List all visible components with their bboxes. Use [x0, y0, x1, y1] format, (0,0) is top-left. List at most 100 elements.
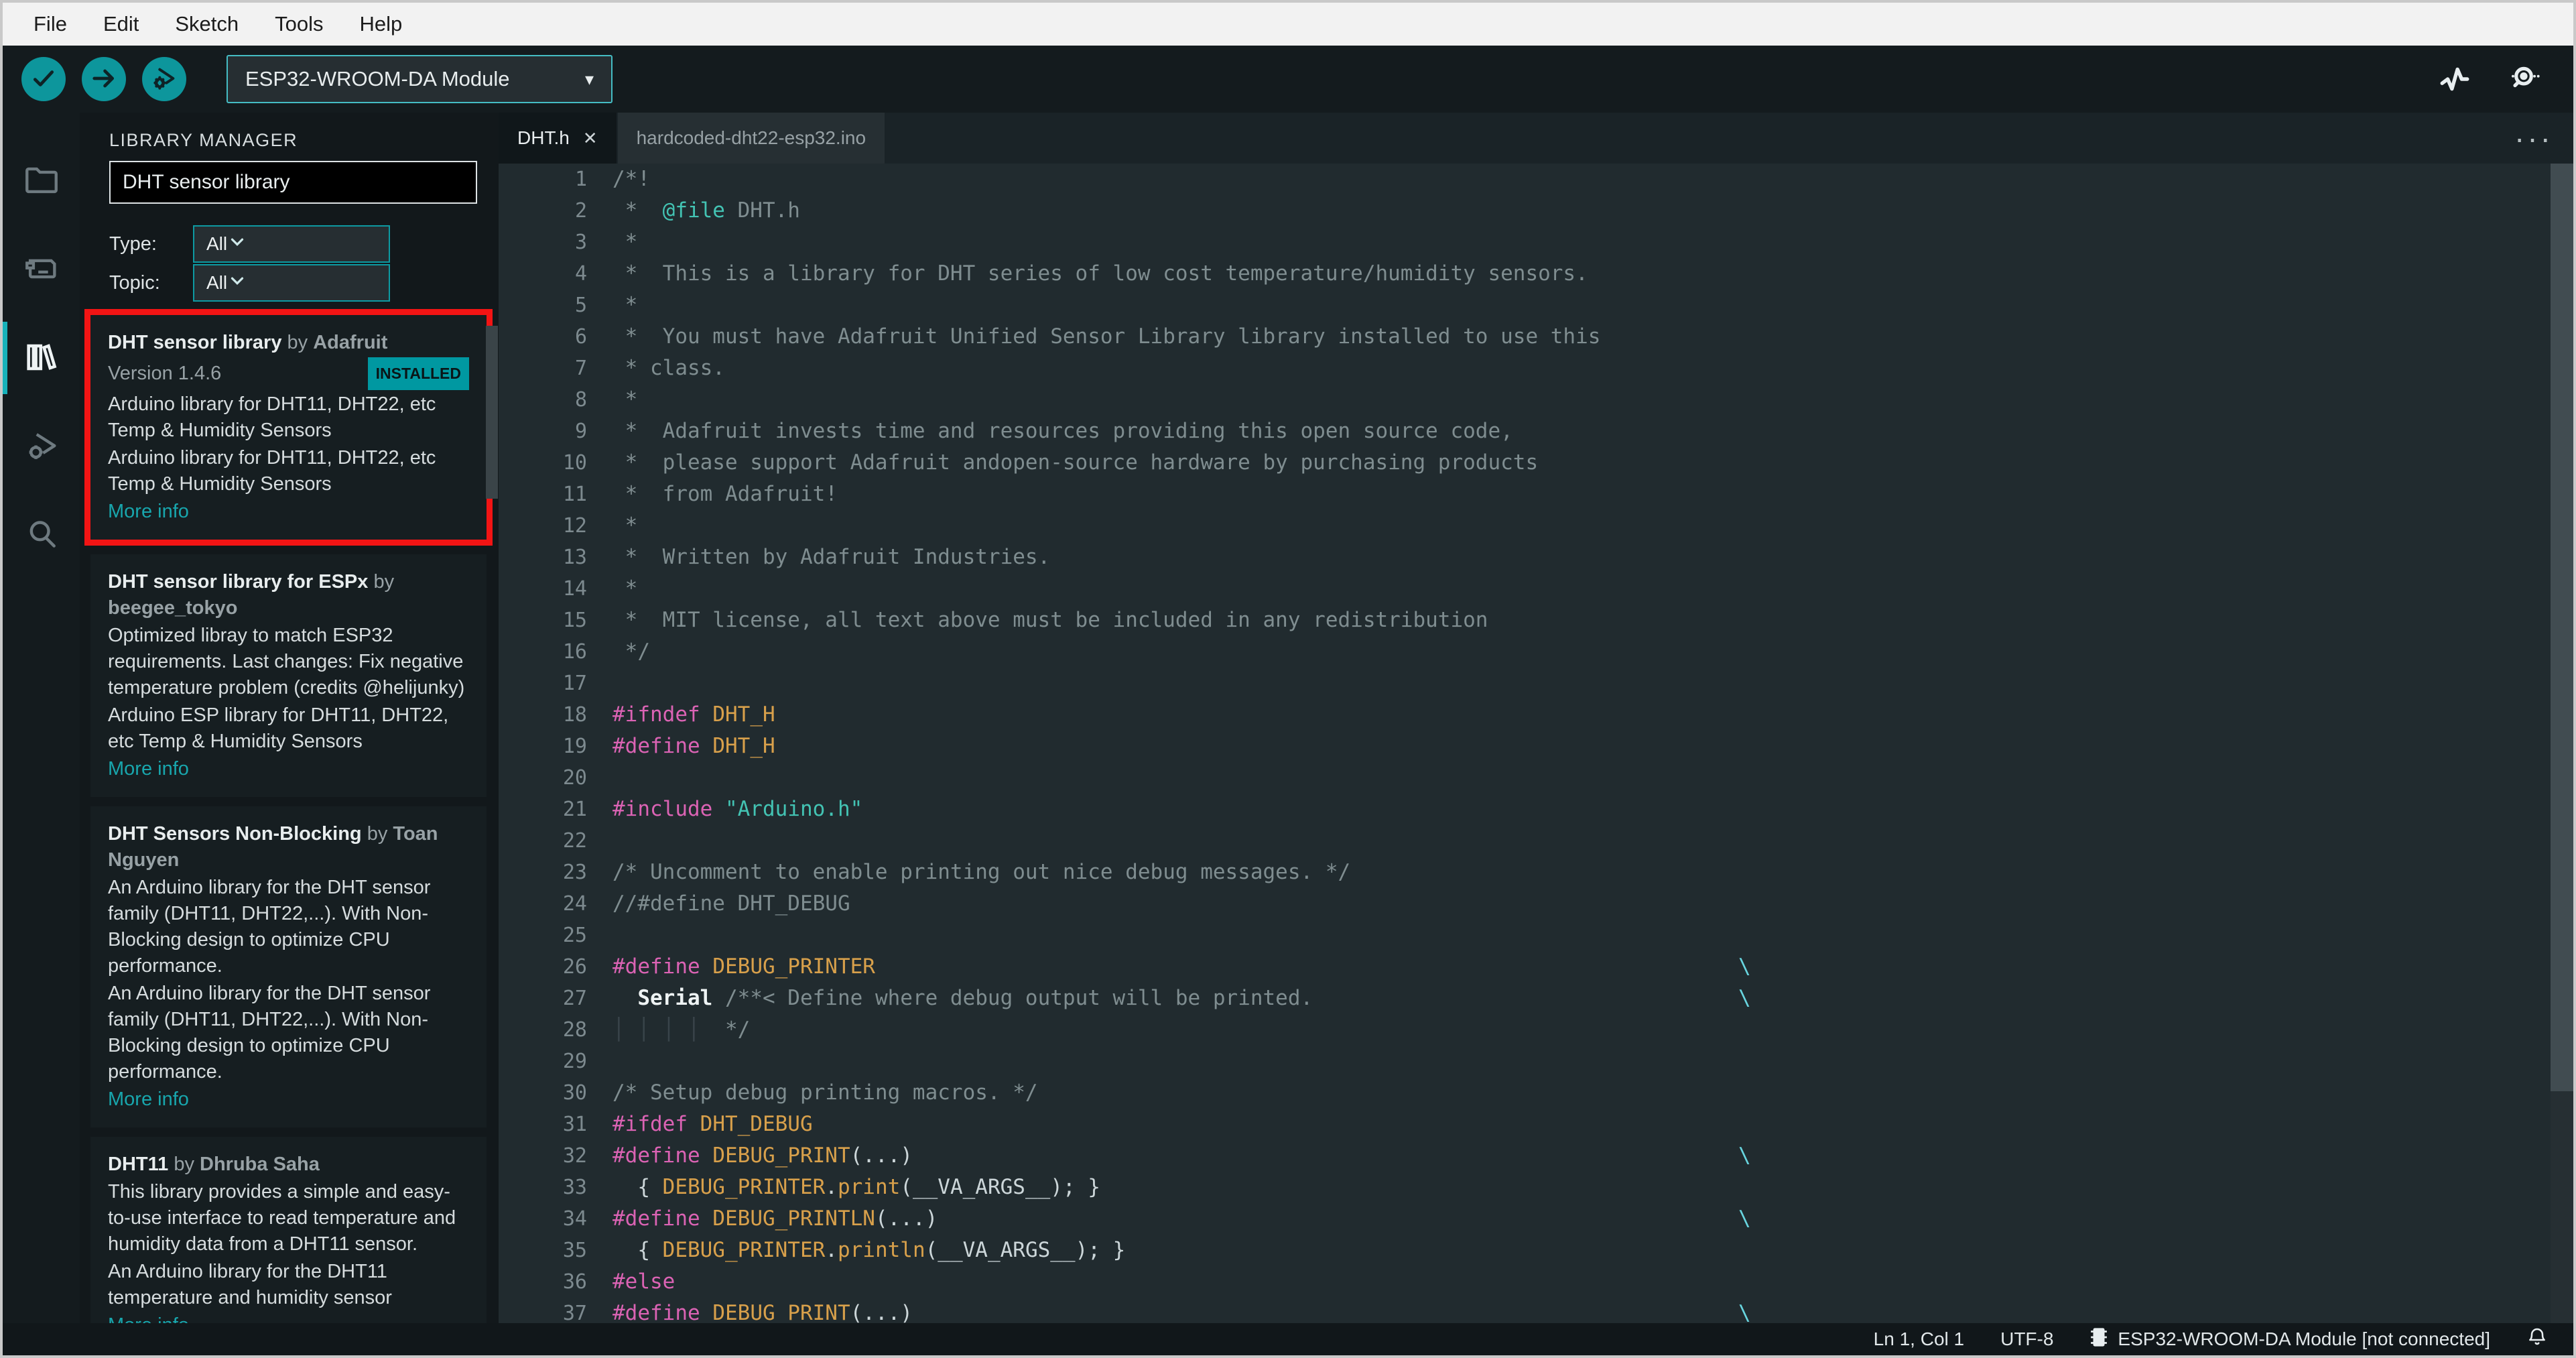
code-line[interactable]: 22 [499, 825, 2573, 857]
code-line[interactable]: 10 * please support Adafruit andopen-sou… [499, 447, 2573, 479]
close-icon[interactable]: ✕ [583, 128, 598, 149]
type-select[interactable]: All [193, 225, 390, 263]
code-token: * [613, 230, 638, 254]
menu-sketch[interactable]: Sketch [162, 8, 252, 40]
menu-tools[interactable]: Tools [261, 8, 336, 40]
code-line[interactable]: 4 * This is a library for DHT series of … [499, 258, 2573, 290]
library-entry[interactable]: DHT sensor library by Adafruit Version 1.… [90, 315, 487, 540]
cursor-position[interactable]: Ln 1, Col 1 [1874, 1329, 1964, 1350]
line-number: 1 [574, 168, 587, 191]
line-number: 32 [562, 1144, 587, 1168]
code-line[interactable]: 26 #define DEBUG_PRINTER \ [499, 951, 2573, 983]
sidebar-item-library-manager[interactable] [3, 314, 80, 402]
code-line[interactable]: 31 #ifdef DHT_DEBUG [499, 1109, 2573, 1140]
check-icon [31, 66, 56, 93]
code-line[interactable]: 18 #ifndef DHT_H [499, 699, 2573, 731]
encoding[interactable]: UTF-8 [2000, 1329, 2053, 1350]
code-token: __VA_ARGS__ [912, 1175, 1051, 1199]
code-line[interactable]: 19 #define DHT_H [499, 731, 2573, 762]
code-line[interactable]: 7 * class. [499, 353, 2573, 384]
menu-help[interactable]: Help [346, 8, 416, 40]
board-status[interactable]: ESP32-WROOM-DA Module [not connected] [2089, 1326, 2490, 1353]
code-line[interactable]: 3 * [499, 227, 2573, 258]
library-description: Optimized libray to match ESP32 requirem… [108, 625, 465, 698]
code-line[interactable]: 20 [499, 762, 2573, 794]
more-info-link[interactable]: More info [108, 1087, 189, 1113]
code-line[interactable]: 1 /*! [499, 164, 2573, 195]
sidebar-item-sketchbook[interactable] [3, 137, 80, 225]
magnifier-icon [2506, 62, 2541, 97]
code-line[interactable]: 27 Serial /**< Define where debug output… [499, 983, 2573, 1014]
code-line[interactable]: 21 #include "Arduino.h" [499, 794, 2573, 825]
more-info-link[interactable]: More info [108, 499, 189, 525]
line-continuation: \ [1738, 986, 1751, 1010]
editor-scrollbar[interactable] [2551, 164, 2573, 1323]
topic-select[interactable]: All [193, 264, 390, 302]
code-line[interactable]: 13 * Written by Adafruit Industries. [499, 542, 2573, 573]
library-entry[interactable]: DHT11 by Dhruba Saha This library provide… [90, 1137, 487, 1323]
code-line[interactable]: 14 * [499, 573, 2573, 605]
code-line[interactable]: 12 * [499, 510, 2573, 542]
code-line[interactable]: 35 { DEBUG_PRINTER.println(__VA_ARGS__);… [499, 1235, 2573, 1266]
code-editor[interactable]: 1/*! 2 * @file DHT.h 3 * 4 * This is a libr… [499, 164, 2573, 1323]
more-info-link[interactable]: More info [108, 756, 189, 782]
code-line[interactable]: 24 //#define DHT_DEBUG [499, 888, 2573, 920]
code-line[interactable]: 25 [499, 920, 2573, 951]
code-token: #else [613, 1270, 675, 1294]
debug-button[interactable] [142, 57, 186, 101]
code-line[interactable]: 28 │ │ │ │ */ [499, 1014, 2573, 1046]
code-line[interactable]: 23 /* Uncomment to enable printing out ni… [499, 857, 2573, 888]
menu-file[interactable]: File [20, 8, 80, 40]
code-line[interactable]: 5 * [499, 290, 2573, 321]
code-line[interactable]: 36 #else [499, 1266, 2573, 1298]
code-line[interactable]: 29 [499, 1046, 2573, 1077]
library-search-input[interactable] [109, 161, 477, 204]
library-version: Version 1.4.6 [108, 363, 222, 384]
code-line[interactable]: 33 { DEBUG_PRINTER.print(__VA_ARGS__); } [499, 1172, 2573, 1203]
serial-plotter-button[interactable] [2438, 62, 2471, 96]
chevron-down-icon: ▾ [584, 68, 594, 89]
plotter-icon [2438, 62, 2471, 96]
editor-scrollbar-thumb[interactable] [2551, 164, 2573, 1091]
upload-button[interactable] [82, 57, 126, 101]
code-line[interactable]: 34 #define DEBUG_PRINTLN(...) \ [499, 1203, 2573, 1235]
notifications-bell-icon[interactable] [2526, 1326, 2548, 1353]
library-author: Adafruit [313, 332, 388, 353]
code-line[interactable]: 30 /* Setup debug printing macros. */ [499, 1077, 2573, 1109]
serial-monitor-button[interactable] [2506, 62, 2541, 97]
code-line[interactable]: 8 * [499, 384, 2573, 416]
line-number: 31 [562, 1113, 587, 1136]
sidebar-item-debug[interactable] [3, 402, 80, 491]
code-line[interactable]: 16 */ [499, 636, 2573, 668]
code-line[interactable]: 2 * @file DHT.h [499, 195, 2573, 227]
code-line[interactable]: 15 * MIT license, all text above must be… [499, 605, 2573, 636]
sidebar-item-search[interactable] [3, 491, 80, 579]
status-bar: Ln 1, Col 1 UTF-8 ESP32-WROOM-DA Module … [3, 1323, 2573, 1355]
code-token: Serial [637, 986, 713, 1010]
tab-dht-h[interactable]: DHT.h ✕ [499, 113, 617, 164]
code-line[interactable]: 37 #define DEBUG_PRINT(...) \ [499, 1298, 2573, 1323]
code-token: ( [925, 1238, 938, 1262]
more-actions-icon[interactable]: ··· [2514, 120, 2573, 156]
panel-scrollbar[interactable] [486, 326, 498, 499]
verify-button[interactable] [21, 57, 66, 101]
board-selector[interactable]: ESP32-WROOM-DA Module ▾ [227, 55, 613, 103]
library-entry[interactable]: DHT sensor library for ESPx by beegee_to… [90, 554, 487, 797]
code-line[interactable]: 17 [499, 668, 2573, 699]
more-info-link[interactable]: More info [108, 1312, 189, 1323]
library-entry[interactable]: DHT Sensors Non-Blocking by Toan Nguyen A… [90, 806, 487, 1127]
code-line[interactable]: 32 #define DEBUG_PRINT(...) \ [499, 1140, 2573, 1172]
code-line[interactable]: 6 * You must have Adafruit Unified Senso… [499, 321, 2573, 353]
line-number: 16 [562, 640, 587, 664]
library-name: DHT Sensors Non-Blocking [108, 823, 362, 845]
chevron-down-icon [227, 271, 247, 296]
menu-edit[interactable]: Edit [90, 8, 152, 40]
line-number: 17 [562, 672, 587, 695]
sidebar-item-boards-manager[interactable] [3, 225, 80, 314]
code-line[interactable]: 11 * from Adafruit! [499, 479, 2573, 510]
code-line[interactable]: 9 * Adafruit invests time and resources … [499, 416, 2573, 447]
line-number: 25 [562, 924, 587, 947]
tab-sketch-ino[interactable]: hardcoded-dht22-esp32.ino [617, 113, 885, 164]
